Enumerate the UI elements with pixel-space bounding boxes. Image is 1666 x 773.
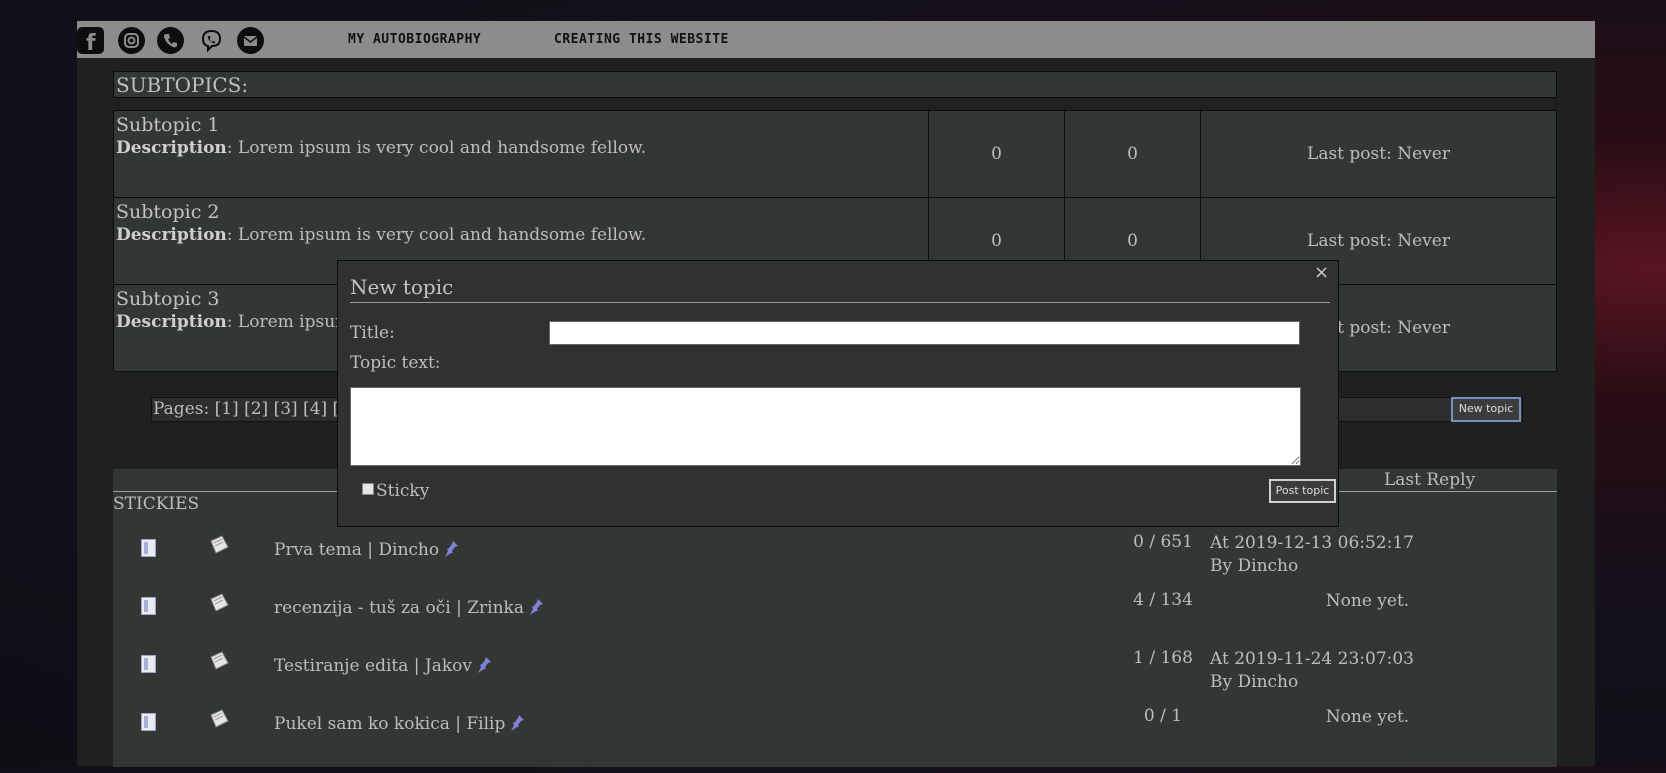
top-navbar: f MY AUTOBIOGRAPHY CREATING THIS WEBSITE	[77, 21, 1595, 58]
facebook-icon[interactable]: f	[77, 27, 104, 54]
instagram-icon[interactable]	[118, 27, 145, 54]
topic-title[interactable]: Pukel sam ko kokica | Filip	[274, 714, 525, 734]
new-topic-button[interactable]: New topic	[1451, 397, 1521, 422]
new-topic-modal: × New topic Title: Topic text: Sticky Po…	[337, 260, 1339, 527]
viber-icon[interactable]	[198, 27, 225, 54]
modal-divider	[350, 302, 1330, 303]
sticky-checkbox[interactable]	[362, 483, 374, 495]
topic-stats: 4 / 134	[1133, 590, 1193, 610]
pin-icon	[511, 715, 525, 731]
subtopics-header: SUBTOPICS:	[113, 71, 1557, 98]
subtopic-link[interactable]: Subtopic 1	[114, 111, 928, 136]
subtopic-link[interactable]: Subtopic 2	[114, 198, 928, 223]
subtopic-topic-count: 0	[928, 110, 1065, 198]
email-icon[interactable]	[237, 27, 264, 54]
topic-title[interactable]: recenzija - tuš za oči | Zrinka	[274, 598, 544, 618]
topic-note-icon	[210, 535, 229, 554]
topic-stats: 0 / 1	[1143, 706, 1183, 726]
nav-link-creating-website[interactable]: CREATING THIS WEBSITE	[554, 32, 729, 47]
sticky-option: Sticky	[362, 481, 429, 501]
sticky-label: Sticky	[376, 481, 430, 501]
topic-last-reply: At 2019-12-13 06:52:17 By Dincho	[1210, 533, 1414, 576]
last-reply-header: Last Reply	[1384, 470, 1476, 490]
topic-stats: 1 / 168	[1133, 648, 1193, 668]
topic-last-reply: At 2019-11-24 23:07:03 By Dincho	[1210, 649, 1414, 692]
topic-title[interactable]: Prva tema | Dincho	[274, 540, 459, 560]
close-icon[interactable]: ×	[1314, 262, 1329, 283]
pin-icon	[478, 657, 491, 673]
pin-icon	[445, 541, 459, 557]
subtopic-description: Description: Lorem ipsum is very cool an…	[116, 138, 647, 158]
topic-document-icon	[141, 655, 156, 673]
stickies-label: STICKIES	[113, 494, 200, 514]
pin-icon	[529, 599, 543, 615]
svg-text:f: f	[86, 31, 96, 54]
modal-title: New topic	[350, 275, 454, 299]
topic-title[interactable]: Testiranje edita | Jakov	[274, 656, 492, 676]
topic-note-icon	[210, 709, 229, 728]
subtopic-post-count: 0	[1064, 110, 1201, 198]
topic-note-icon	[210, 651, 229, 670]
subtopics-heading: SUBTOPICS:	[116, 73, 249, 97]
nav-link-autobiography[interactable]: MY AUTOBIOGRAPHY	[348, 32, 481, 47]
post-topic-button[interactable]: Post topic	[1269, 479, 1336, 503]
subtopic-description: Description: Lorem ipsum is very cool an…	[116, 225, 647, 245]
pagination-links[interactable]: Pages: [1] [2] [3] [4] [5]	[153, 399, 357, 419]
topic-text-label: Topic text:	[350, 353, 441, 373]
topic-document-icon	[141, 539, 156, 557]
subtopic-last-post: Last post: Never	[1200, 110, 1557, 198]
topic-text-input[interactable]	[350, 387, 1301, 466]
topic-document-icon	[141, 713, 156, 731]
topic-note-icon	[210, 593, 229, 612]
subtopic-info: Subtopic 1 Description: Lorem ipsum is v…	[113, 110, 929, 198]
topic-last-reply: None yet.	[1325, 707, 1410, 727]
topic-row: Pukel sam ko kokica | Filip 0 / 1 None y…	[113, 706, 1557, 773]
topic-stats: 0 / 651	[1133, 532, 1193, 552]
subtopic-row: Subtopic 1 Description: Lorem ipsum is v…	[113, 110, 1557, 198]
topic-title-input[interactable]	[549, 321, 1300, 345]
topic-document-icon	[141, 597, 156, 615]
title-label: Title:	[350, 323, 395, 343]
phone-icon[interactable]	[157, 27, 184, 54]
topic-last-reply: None yet.	[1325, 591, 1410, 611]
